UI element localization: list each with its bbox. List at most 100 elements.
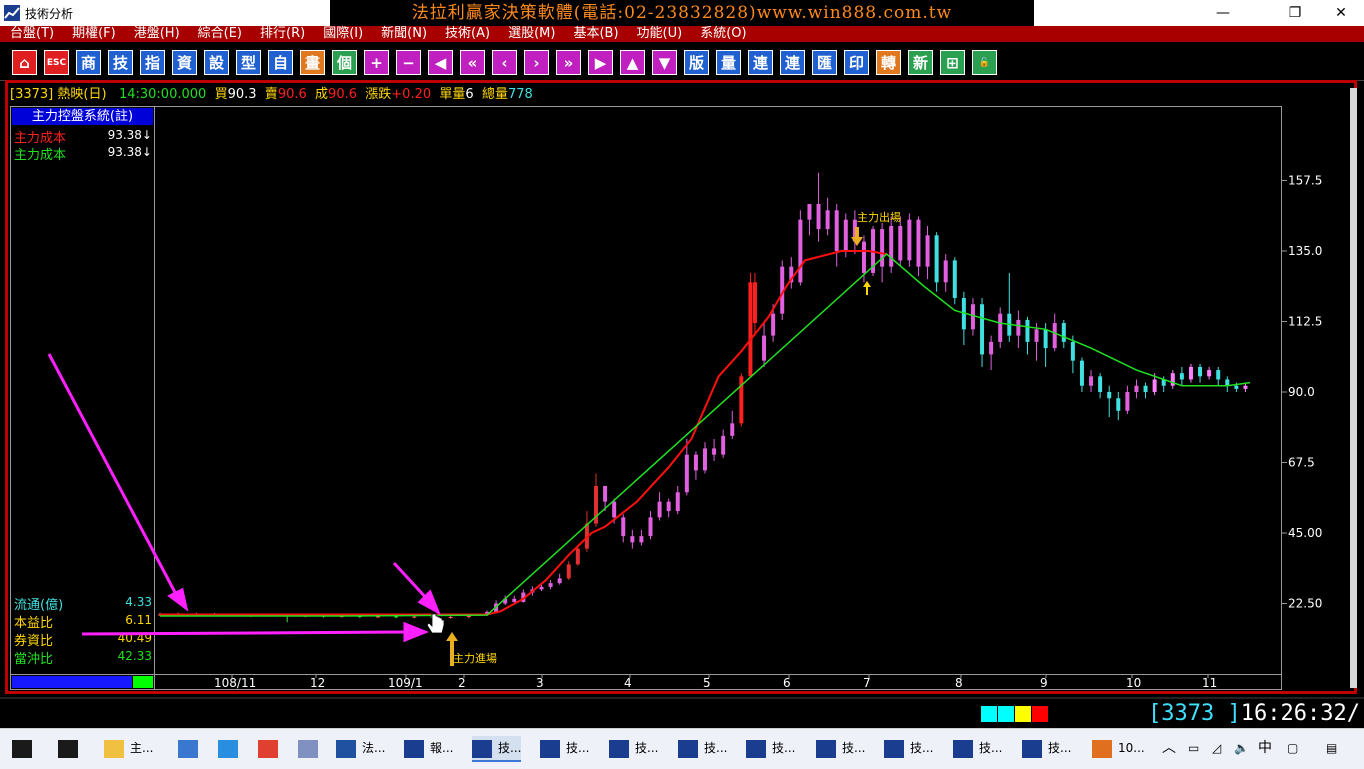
y-tick-label: 67.5 [1288, 456, 1315, 470]
x-tick-label: 109/1 [388, 676, 423, 690]
task-view-icon [58, 739, 78, 758]
x-tick-label: 3 [536, 676, 544, 690]
candle-body [916, 219, 921, 267]
candle-body [898, 225, 903, 261]
candle-body [684, 454, 689, 493]
x-tick-label: 6 [783, 676, 791, 690]
candle-body [880, 229, 885, 267]
tray-ime[interactable]: 中 [1258, 736, 1272, 760]
candle-body [666, 501, 671, 512]
candle-body [1116, 398, 1121, 411]
candle-body [1207, 370, 1212, 377]
y-tick-label: 135.0 [1288, 244, 1322, 258]
candlestick-chart[interactable]: 22.50 45.00 67.5 90.0 112.5 135.0 157.5 108/11… [0, 0, 1364, 768]
taskbar-ten[interactable]: 10... [1092, 736, 1145, 760]
candle-body [771, 313, 776, 336]
status-time: 16:26:32/ [1240, 701, 1360, 726]
taskbar-explorer[interactable]: 主... [104, 736, 153, 760]
x-tick-label: 9 [1040, 676, 1048, 690]
taskbar-label: 法... [362, 741, 386, 755]
chart-icon [746, 739, 766, 758]
taskbar-ji3[interactable]: 技... [609, 736, 658, 760]
candle-body [539, 586, 544, 590]
taskbar-start[interactable] [12, 736, 38, 760]
candle-body [721, 435, 726, 455]
arrow-diagonal-1 [47, 353, 180, 599]
candle-body [952, 260, 957, 298]
folder-icon [104, 739, 124, 758]
candle-body [1025, 319, 1030, 342]
candle-body [1107, 392, 1112, 399]
status-clock: [3373 ]16:26:32/ [1148, 701, 1360, 726]
chart-icon [609, 739, 629, 758]
x-tick-label: 4 [624, 676, 632, 690]
chart-icon [540, 739, 560, 758]
candle-body [889, 225, 894, 267]
exit-label: 主力出場 [857, 210, 901, 224]
candle-body [998, 313, 1003, 342]
x-tick-label: 12 [310, 676, 325, 690]
taskbar-label: 技... [704, 741, 728, 755]
taskbar-ji2[interactable]: 技... [540, 736, 589, 760]
candle-body [1125, 392, 1130, 411]
taskbar-ie[interactable] [218, 736, 244, 760]
candle-body [730, 423, 735, 436]
tray-volume-icon[interactable]: 🔈 [1234, 736, 1249, 760]
candle-body [1234, 385, 1239, 389]
taskbar-bao[interactable]: 報... [404, 736, 453, 760]
candle-body [693, 454, 698, 471]
candle-body [703, 448, 707, 471]
taskbar-ji8[interactable]: 技... [953, 736, 1002, 760]
y-tick-label: 45.00 [1288, 526, 1322, 540]
candle-body [1152, 379, 1157, 392]
candle-body [657, 501, 662, 518]
candle-body [712, 448, 717, 455]
candle-body [834, 210, 839, 251]
chart-icon [953, 739, 973, 758]
taskbar-pc[interactable] [178, 736, 204, 760]
main-cost-red-line [160, 250, 887, 616]
taskbar-ji5[interactable]: 技... [746, 736, 795, 760]
notification-icon[interactable]: ▤ [1326, 736, 1337, 760]
candle-body [925, 235, 930, 267]
taskbar-ji4[interactable]: 技... [678, 736, 727, 760]
candle-body [816, 204, 821, 230]
taskbar-ji1[interactable]: 技... [472, 736, 522, 762]
candle-body [807, 204, 812, 220]
taskbar-chrome[interactable] [258, 736, 284, 760]
tray-chevron-icon[interactable]: ︿ [1162, 736, 1176, 760]
entry-marker: 主力進場 [446, 632, 497, 666]
candle-body [1016, 319, 1021, 336]
taskbar-task-view[interactable] [58, 736, 84, 760]
candle-body [1134, 385, 1139, 392]
taskbar-label: 技... [1048, 741, 1072, 755]
tray-battery-icon[interactable]: ▭ [1188, 736, 1199, 760]
x-tick-label: 5 [703, 676, 711, 690]
arrow-head-1 [167, 587, 189, 612]
candle-body [1079, 360, 1084, 386]
x-tick-label: 10 [1126, 676, 1141, 690]
candle-body [989, 341, 994, 355]
candle-body [907, 219, 912, 261]
taskbar-ji6[interactable]: 技... [816, 736, 865, 760]
taskbar-ji9[interactable]: 技... [1022, 736, 1071, 760]
chart-icon [1022, 739, 1042, 758]
chart-icon [404, 739, 424, 758]
candle-body [1198, 366, 1203, 377]
candle-body [566, 564, 571, 579]
taskbar-ji7[interactable]: 技... [884, 736, 933, 760]
tray-network-icon[interactable]: ◿ [1212, 736, 1221, 760]
chart-icon [678, 739, 698, 758]
candle-body [970, 304, 975, 330]
x-tick-label: 11 [1202, 676, 1217, 690]
candle-body [1179, 373, 1184, 380]
taskbar-tool[interactable] [298, 736, 324, 760]
candle-body [1061, 323, 1066, 342]
y-tick-label: 90.0 [1288, 385, 1315, 399]
taskbar-label: 技... [635, 741, 659, 755]
candle-body [1170, 373, 1175, 386]
taskbar-label: 技... [566, 741, 590, 755]
taskbar-fa[interactable]: 法... [336, 736, 385, 760]
computer-icon [178, 739, 198, 758]
tray-ime-mode-icon[interactable]: ▢ [1287, 736, 1298, 760]
